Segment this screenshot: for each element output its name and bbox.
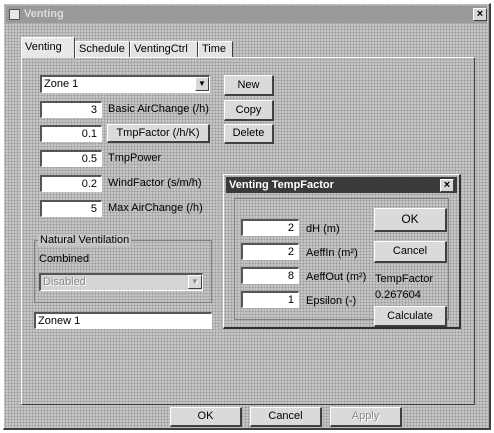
zone-select-value: Zone 1 — [44, 78, 79, 90]
tempfactor-label: TempFactor — [375, 273, 434, 285]
dh-input[interactable]: 2 — [241, 219, 299, 236]
tab-label: VentingCtrl — [134, 43, 188, 55]
dh-label: dH (m) — [306, 223, 340, 235]
epsilon-label: Epsilon (-) — [306, 295, 357, 307]
natural-ventilation-title: Natural Ventilation — [38, 234, 132, 246]
basic-airchange-input[interactable]: 3 — [40, 101, 102, 118]
cancel-button[interactable]: Cancel — [250, 407, 322, 427]
new-button[interactable]: New — [224, 75, 274, 96]
zone-select[interactable]: Zone 1 ▼ — [40, 75, 210, 93]
tab-schedule[interactable]: Schedule — [75, 41, 130, 57]
dialog-title: Venting TempFactor — [229, 179, 334, 191]
dialog-ok-button[interactable]: OK — [374, 208, 447, 232]
window-close-button[interactable]: × — [473, 8, 487, 21]
aeff-out-input[interactable]: 8 — [241, 267, 299, 284]
tab-label: Schedule — [79, 43, 125, 55]
aeff-in-input[interactable]: 2 — [241, 243, 299, 260]
tempfactor-value: 0.267604 — [375, 289, 421, 301]
apply-button[interactable]: Apply — [330, 407, 402, 427]
window-titlebar[interactable]: Venting — [6, 6, 487, 23]
tab-venting[interactable]: Venting — [21, 37, 75, 58]
venting-tempfactor-dialog: Venting TempFactor × 2 dH (m) 2 AeffIn (… — [223, 174, 461, 329]
system-menu-icon[interactable] — [9, 9, 20, 20]
aeff-out-label: AeffOut (m²) — [306, 271, 367, 283]
close-icon: × — [476, 8, 484, 20]
tab-ventingctrl[interactable]: VentingCtrl — [130, 41, 198, 57]
chevron-down-icon[interactable]: ▼ — [188, 275, 202, 289]
tmp-power-label: TmpPower — [108, 152, 162, 164]
tmp-factor-input[interactable]: 0.1 — [40, 125, 102, 142]
tab-time[interactable]: Time — [198, 41, 233, 57]
wind-factor-input[interactable]: 0.2 — [40, 175, 102, 192]
close-icon: × — [443, 179, 451, 191]
combined-label: Combined — [39, 253, 90, 265]
window-title: Venting — [24, 8, 64, 20]
max-airchange-label: Max AirChange (/h) — [108, 202, 203, 214]
natural-ventilation-select-value: Disabled — [43, 276, 86, 288]
tab-label: Venting — [25, 41, 62, 53]
ok-button[interactable]: OK — [170, 407, 242, 427]
tmp-power-input[interactable]: 0.5 — [40, 150, 102, 167]
copy-button[interactable]: Copy — [224, 100, 274, 121]
natural-ventilation-select[interactable]: Disabled ▼ — [39, 273, 203, 291]
natural-ventilation-group: Natural Ventilation Combined Disabled ▼ — [34, 234, 212, 303]
zone-name-field[interactable]: Zonew 1 — [34, 312, 212, 329]
wind-factor-label: WindFactor (s/m/h) — [108, 177, 202, 189]
dialog-cancel-button[interactable]: Cancel — [374, 241, 447, 263]
calculate-button[interactable]: Calculate — [374, 306, 447, 327]
chevron-down-icon[interactable]: ▼ — [195, 77, 209, 91]
tab-label: Time — [202, 43, 227, 55]
basic-airchange-label: Basic AirChange (/h) — [108, 103, 209, 115]
dialog-titlebar[interactable]: Venting TempFactor — [226, 177, 457, 193]
aeff-in-label: AeffIn (m²) — [306, 247, 358, 259]
tmp-factor-button[interactable]: TmpFactor (/h/K) — [107, 124, 210, 143]
dialog-close-button[interactable]: × — [440, 179, 454, 192]
max-airchange-input[interactable]: 5 — [40, 200, 102, 217]
delete-button[interactable]: Delete — [224, 124, 274, 144]
epsilon-input[interactable]: 1 — [241, 291, 299, 308]
